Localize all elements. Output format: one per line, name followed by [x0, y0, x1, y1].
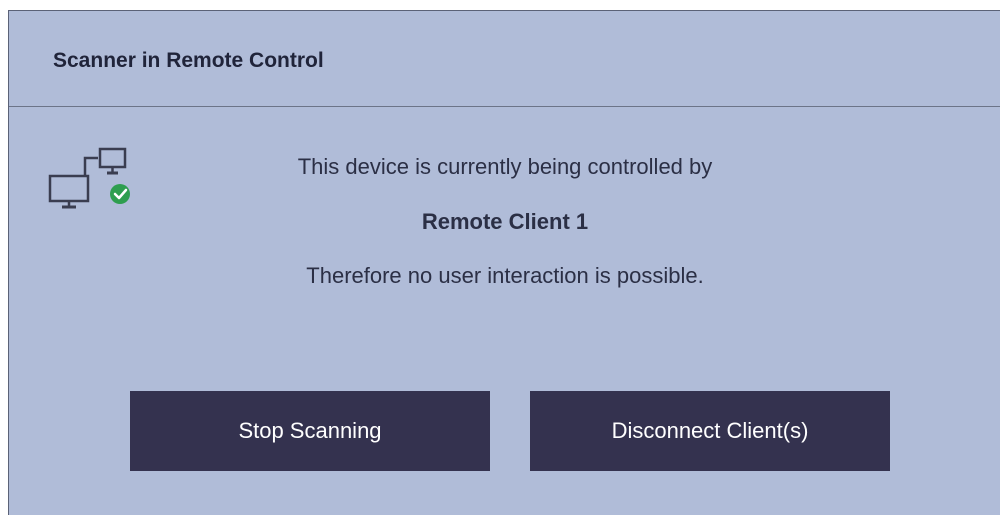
message-line-no-interaction: Therefore no user interaction is possibl… [306, 263, 704, 288]
message-line-controlled-by: This device is currently being controlle… [297, 154, 713, 179]
remote-client-name: Remote Client 1 [421, 209, 589, 234]
dialog-title: Scanner in Remote Control [53, 49, 324, 72]
dialog-titlebar: Scanner in Remote Control [9, 11, 1000, 107]
stop-scanning-button[interactable]: Stop Scanning [130, 391, 490, 471]
disconnect-clients-button[interactable]: Disconnect Client(s) [530, 391, 890, 471]
remote-control-dialog: Scanner in Remote Control This device is… [8, 10, 1000, 515]
